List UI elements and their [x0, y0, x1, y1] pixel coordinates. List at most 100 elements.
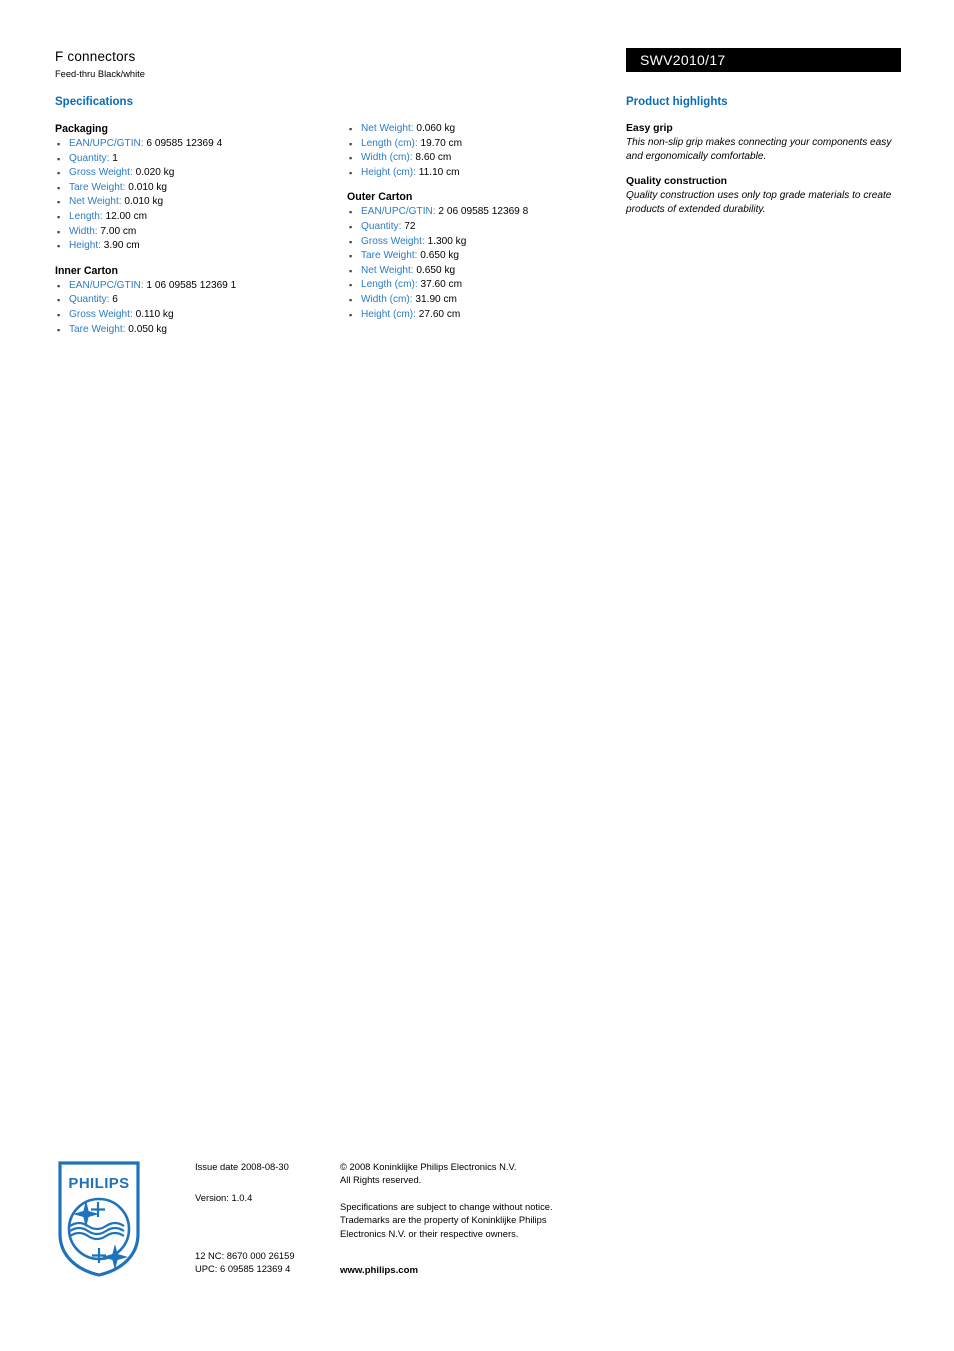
spec-item-label: Length (cm): [361, 279, 418, 291]
spec-item: ▪ EAN/UPC/GTIN: 2 06 09585 12369 8 [347, 205, 632, 220]
spec-item-value: 8.60 cm [415, 152, 452, 164]
page-title: F connectors [55, 49, 136, 64]
spec-item-label: Length: [69, 210, 103, 222]
spec-item-value: 0.060 kg [416, 123, 456, 134]
spec-item: ▪ Quantity: 6 [55, 293, 340, 308]
product-highlight: Easy grip This non-slip grip makes connec… [626, 122, 908, 163]
spec-item-value: 3.90 cm [103, 240, 140, 252]
disclaimer-line-2: Trademarks are the property of Koninklij… [340, 1214, 547, 1226]
specifications-heading: Specifications [55, 96, 133, 108]
spec-item: ▪ Width: 7.00 cm [55, 225, 340, 240]
bullet-icon: ▪ [57, 280, 61, 291]
spec-item-label: Gross Weight: [69, 308, 133, 320]
spec-item-label: Net Weight: [361, 264, 414, 276]
spec-item-value: 1 [112, 152, 118, 164]
bullet-icon: ▪ [349, 138, 353, 149]
spec-group: ▪ Net Weight: 0.060 kg ▪ Length (cm): 19.70… [347, 122, 632, 180]
spec-item: ▪ EAN/UPC/GTIN: 1 06 09585 12369 1 [55, 279, 340, 294]
bullet-icon: ▪ [57, 324, 61, 335]
spec-item-label: Gross Weight: [361, 235, 425, 247]
copyright-line-1: © 2008 Koninklijke Philips Electronics N… [340, 1161, 517, 1172]
spec-item: ▪ Net Weight: 0.060 kg [347, 122, 632, 137]
footer-meta-column: Issue date 2008-08-30 Version: 1.0.4 12 … [195, 1160, 335, 1276]
bullet-icon: ▪ [349, 294, 353, 305]
bullet-icon: ▪ [349, 167, 353, 178]
spec-item: ▪ Tare Weight: 0.650 kg [347, 249, 632, 264]
spec-item-label: EAN/UPC/GTIN: [361, 206, 436, 218]
spec-list: ▪ EAN/UPC/GTIN: 2 06 09585 12369 8 ▪ Quanti… [347, 205, 632, 322]
spec-item-label: Gross Weight: [69, 167, 133, 179]
spec-group-title: Outer Carton [347, 191, 413, 204]
spec-list: ▪ Net Weight: 0.060 kg ▪ Length (cm): 19.70… [347, 122, 632, 180]
spec-group-title: Inner Carton [55, 264, 118, 277]
spec-item: ▪ Net Weight: 0.650 kg [347, 264, 632, 279]
spec-item-label: Height (cm): [361, 166, 416, 178]
spec-item: ▪ Height (cm): 27.60 cm [347, 308, 632, 323]
highlight-description: This non-slip grip makes connecting your… [626, 137, 892, 162]
nc-code: 12 NC: 8670 000 26159 [195, 1249, 295, 1261]
copyright-block: © 2008 Koninklijke Philips Electronics N… [340, 1160, 610, 1187]
model-number-banner: SWV2010/17 [626, 48, 901, 72]
spec-item: ▪ Quantity: 1 [55, 152, 340, 167]
model-number-text: SWV2010/17 [640, 52, 726, 68]
spec-item-value: 27.60 cm [418, 308, 461, 320]
spec-item: ▪ Length: 12.00 cm [55, 210, 340, 225]
spec-item-value: 12.00 cm [105, 210, 148, 222]
spec-item-label: Length (cm): [361, 137, 418, 149]
spec-item-value: 0.110 kg [135, 308, 174, 320]
spec-item-value: 2 06 09585 12369 8 [438, 206, 529, 218]
spec-item: ▪ Net Weight: 0.010 kg [55, 195, 340, 210]
bullet-icon: ▪ [57, 295, 61, 306]
highlight-title: Easy grip [626, 123, 673, 134]
spec-item: ▪ Height (cm): 11.10 cm [347, 166, 632, 181]
spec-item: ▪ Height: 3.90 cm [55, 239, 340, 254]
bullet-icon: ▪ [57, 182, 61, 193]
spec-list: ▪ EAN/UPC/GTIN: 1 06 09585 12369 1 ▪ Quanti… [55, 279, 340, 337]
spec-group: Inner Carton ▪ EAN/UPC/GTIN: 1 06 09585 12… [55, 264, 340, 337]
spec-item-value: 0.020 kg [135, 167, 175, 179]
bullet-icon: ▪ [57, 168, 61, 179]
philips-shield-logo: PHILIPS [57, 1160, 141, 1278]
spec-group-title: Packaging [55, 123, 108, 135]
spec-item-label: EAN/UPC/GTIN: [69, 138, 144, 149]
product-highlight: Quality construction Quality construction… [626, 175, 908, 216]
spec-item-label: EAN/UPC/GTIN: [69, 279, 144, 291]
spec-item-value: 0.010 kg [124, 196, 164, 208]
bullet-icon: ▪ [349, 207, 353, 218]
footer-legal-column: © 2008 Koninklijke Philips Electronics N… [340, 1160, 610, 1277]
spec-item: ▪ EAN/UPC/GTIN: 6 09585 12369 4 [55, 137, 340, 152]
spec-item-label: Height (cm): [361, 308, 416, 320]
spec-item: ▪ Length (cm): 37.60 cm [347, 278, 632, 293]
spec-item-value: 0.050 kg [128, 323, 168, 335]
spec-item: ▪ Gross Weight: 0.020 kg [55, 166, 340, 181]
spec-item-value: 6 09585 12369 4 [146, 138, 223, 149]
bullet-icon: ▪ [57, 309, 61, 320]
spec-item: ▪ Width (cm): 31.90 cm [347, 293, 632, 308]
spec-item: ▪ Gross Weight: 0.110 kg [55, 308, 340, 323]
product-highlights-column: Easy grip This non-slip grip makes connec… [626, 122, 908, 216]
document-page: F connectors Feed-thru Black/white SWV20… [0, 0, 954, 1351]
bullet-icon: ▪ [57, 241, 61, 252]
website-link[interactable]: www.philips.com [340, 1264, 610, 1277]
spec-item-label: Width (cm): [361, 152, 413, 164]
spec-item-label: Tare Weight: [69, 181, 126, 193]
spec-item-value: 6 [112, 294, 118, 306]
spec-item-label: Quantity: [69, 152, 110, 164]
page-subtitle: Feed-thru Black/white [55, 69, 145, 79]
bullet-icon: ▪ [57, 153, 61, 164]
bullet-icon: ▪ [349, 221, 353, 232]
spec-item-label: Height: [69, 240, 101, 252]
spec-column-left: Packaging ▪ EAN/UPC/GTIN: 6 09585 12369 4 ▪… [55, 122, 340, 337]
spec-column-middle: ▪ Net Weight: 0.060 kg ▪ Length (cm): 19.70… [347, 122, 632, 322]
version: Version: 1.0.4 [195, 1192, 253, 1204]
spec-item-value: 72 [404, 220, 416, 232]
bullet-icon: ▪ [349, 280, 353, 291]
spec-item: ▪ Width (cm): 8.60 cm [347, 151, 632, 166]
issue-date: Issue date 2008-08-30 [195, 1161, 289, 1172]
spec-item-value: 37.60 cm [420, 279, 463, 291]
disclaimer-line-1: Specifications are subject to change wit… [340, 1200, 553, 1212]
spec-item-label: Tare Weight: [69, 323, 126, 335]
spec-item-value: 31.90 cm [415, 293, 457, 305]
spec-item-value: 7.00 cm [100, 225, 137, 237]
spec-item-value: 0.010 kg [128, 181, 168, 193]
